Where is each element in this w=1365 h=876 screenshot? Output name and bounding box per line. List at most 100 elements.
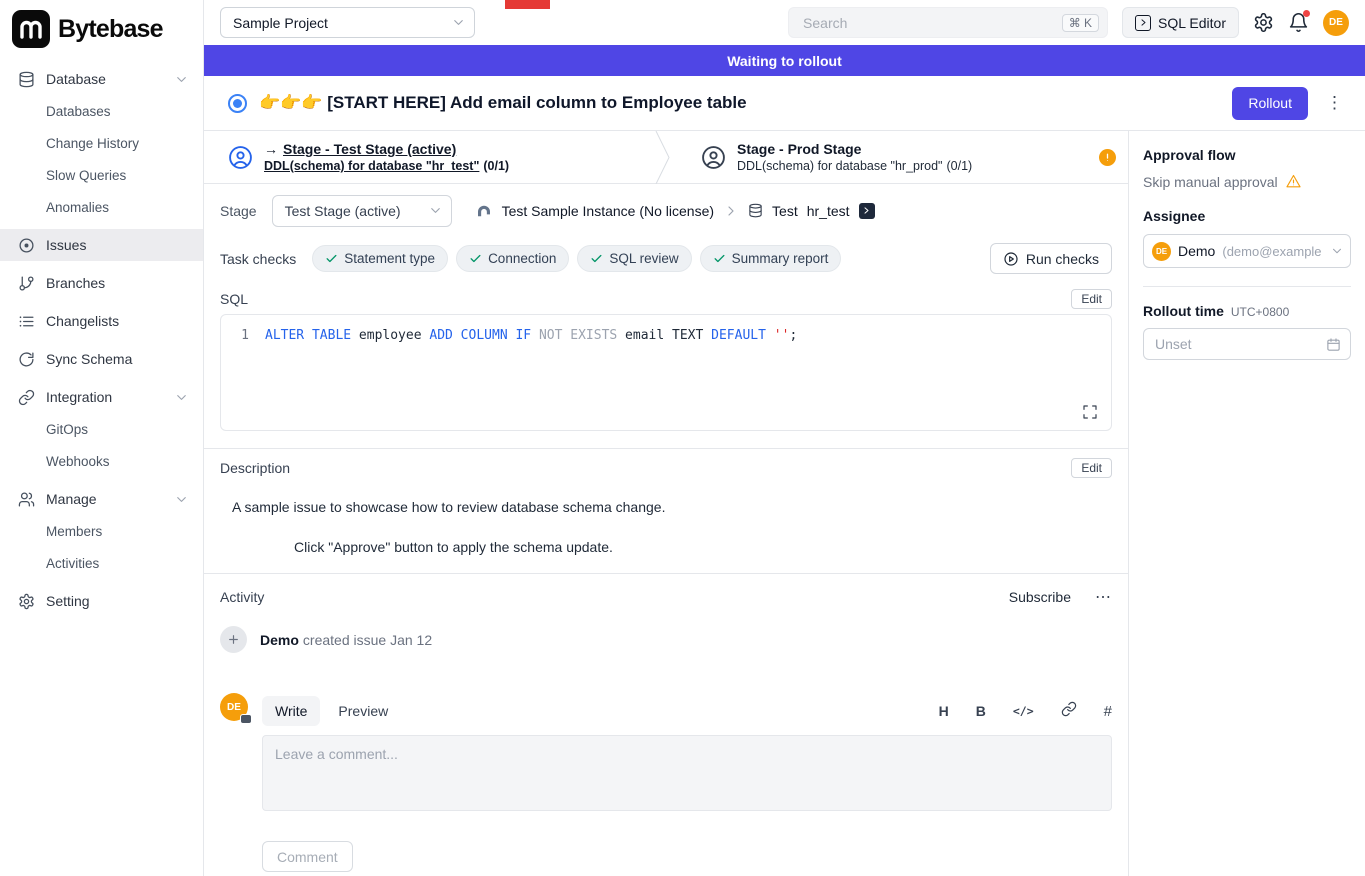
red-indicator [505, 0, 550, 9]
divider [1143, 286, 1351, 287]
sidebar-item-changelists[interactable]: Changelists [0, 305, 203, 337]
brand-name: Bytebase [58, 15, 163, 44]
nav-label: Anomalies [46, 200, 109, 215]
status-banner: Waiting to rollout [204, 45, 1365, 76]
description-edit-button[interactable]: Edit [1071, 458, 1112, 478]
nav-label: Webhooks [46, 454, 110, 469]
database-icon [18, 71, 35, 88]
comment-input[interactable] [262, 735, 1112, 811]
event-actor: Demo [260, 632, 299, 648]
expand-icon[interactable] [1082, 404, 1098, 420]
sidebar: Bytebase Database Databases Change Histo… [0, 0, 204, 876]
plus-icon [220, 626, 247, 653]
speech-bubble-icon [240, 714, 252, 724]
nav-label: Sync Schema [46, 351, 132, 367]
format-toolbar: H B </> # [939, 701, 1112, 722]
chevron-down-icon [174, 492, 189, 507]
sidebar-item-members[interactable]: Members [0, 516, 203, 547]
check-label: Connection [488, 251, 556, 266]
link-icon [18, 389, 35, 406]
stage-title-link[interactable]: Stage - Test Stage (active) [283, 141, 456, 157]
divider [204, 448, 1128, 449]
sidebar-item-webhooks[interactable]: Webhooks [0, 446, 203, 477]
stage-card-prod[interactable]: Stage - Prod Stage DDL(schema) for datab… [677, 131, 1128, 183]
tab-write[interactable]: Write [262, 696, 320, 726]
sql-edit-button[interactable]: Edit [1071, 289, 1112, 309]
sidebar-item-anomalies[interactable]: Anomalies [0, 192, 203, 223]
sql-editor-button[interactable]: SQL Editor [1122, 7, 1239, 38]
sync-icon [18, 351, 35, 368]
database-link[interactable]: hr_test [807, 203, 850, 219]
sidebar-item-branches[interactable]: Branches [0, 267, 203, 299]
instance-link[interactable]: Test Sample Instance (No license) [502, 203, 714, 219]
search-input[interactable] [801, 14, 1062, 32]
comment-button[interactable]: Comment [262, 841, 353, 872]
stage-select[interactable]: Test Stage (active) [272, 195, 452, 227]
code-tool[interactable]: </> [1013, 704, 1034, 718]
heading-tool[interactable]: H [939, 703, 949, 719]
nav-label: Setting [46, 593, 90, 609]
rollout-time-field[interactable] [1143, 328, 1351, 360]
brand-logo[interactable]: Bytebase [0, 0, 203, 62]
sidebar-item-gitops[interactable]: GitOps [0, 414, 203, 445]
current-stage-arrow: → [264, 141, 278, 157]
stage-card-test[interactable]: → Stage - Test Stage (active) DDL(schema)… [204, 131, 655, 183]
notifications-button[interactable] [1288, 12, 1309, 33]
link-tool[interactable] [1061, 701, 1077, 722]
sidebar-item-databases[interactable]: Databases [0, 96, 203, 127]
sidebar-item-slow-queries[interactable]: Slow Queries [0, 160, 203, 191]
circle-dot-icon [18, 237, 35, 254]
hash-tool[interactable]: # [1104, 703, 1112, 720]
event-description: created issue Jan 12 [303, 632, 432, 648]
stage-label: Stage [220, 203, 257, 219]
check-sql-review[interactable]: SQL review [577, 245, 691, 272]
sql-editor-label: SQL Editor [1158, 15, 1226, 31]
nav-label: Database [46, 71, 106, 87]
sidebar-item-sync-schema[interactable]: Sync Schema [0, 343, 203, 375]
sidebar-item-integration[interactable]: Integration [0, 381, 203, 413]
sql-section: SQL Edit 1ALTER TABLE employee ADD COLUM… [204, 284, 1128, 431]
check-label: SQL review [609, 251, 678, 266]
run-checks-button[interactable]: Run checks [990, 243, 1112, 274]
description-text: Click "Approve" button to apply the sche… [294, 539, 1112, 555]
task-link[interactable]: DDL(schema) for database "hr_test" [264, 159, 479, 173]
task-checks-label: Task checks [220, 251, 296, 267]
sidebar-item-change-history[interactable]: Change History [0, 128, 203, 159]
issue-header: 👉👉👉 [START HERE] Add email column to Emp… [204, 76, 1365, 131]
description-text: A sample issue to showcase how to review… [232, 499, 1112, 515]
assignee-label: Assignee [1143, 208, 1351, 224]
check-summary-report[interactable]: Summary report [700, 245, 842, 272]
stage-separator [655, 131, 677, 184]
settings-button[interactable] [1253, 12, 1274, 33]
sidebar-item-activities[interactable]: Activities [0, 548, 203, 579]
stage-title: Stage - Prod Stage [737, 141, 972, 157]
user-avatar[interactable]: DE [1323, 10, 1349, 36]
check-label: Statement type [344, 251, 435, 266]
chevron-down-icon [174, 390, 189, 405]
nav-label: GitOps [46, 422, 88, 437]
postgres-icon [475, 202, 493, 220]
circle-user-icon [701, 145, 726, 170]
search-shortcut: ⌘ K [1062, 14, 1099, 32]
check-statement-type[interactable]: Statement type [312, 245, 448, 272]
sidebar-item-setting[interactable]: Setting [0, 585, 203, 617]
more-menu-button[interactable]: ⋮ [1320, 93, 1349, 113]
rollout-time-input[interactable] [1153, 335, 1326, 353]
bold-tool[interactable]: B [976, 703, 986, 719]
rollout-button[interactable]: Rollout [1232, 87, 1308, 120]
search-box: ⌘ K [788, 7, 1108, 38]
tab-preview[interactable]: Preview [338, 703, 388, 719]
open-in-sql-editor-icon[interactable] [859, 203, 875, 219]
sidebar-item-manage[interactable]: Manage [0, 483, 203, 515]
sidebar-item-database[interactable]: Database [0, 63, 203, 95]
assignee-select[interactable]: DE Demo (demo@example [1143, 234, 1351, 268]
environment-name: Test [772, 203, 798, 219]
changelist-icon [18, 313, 35, 330]
project-select[interactable]: Sample Project [220, 7, 475, 38]
subscribe-button[interactable]: Subscribe [1009, 589, 1071, 605]
rollout-time-label: Rollout time [1143, 303, 1224, 319]
activity-more-button[interactable]: ⋯ [1095, 587, 1112, 607]
stage-pipeline: → Stage - Test Stage (active) DDL(schema)… [204, 131, 1128, 184]
sidebar-item-issues[interactable]: Issues [0, 229, 203, 261]
check-connection[interactable]: Connection [456, 245, 569, 272]
